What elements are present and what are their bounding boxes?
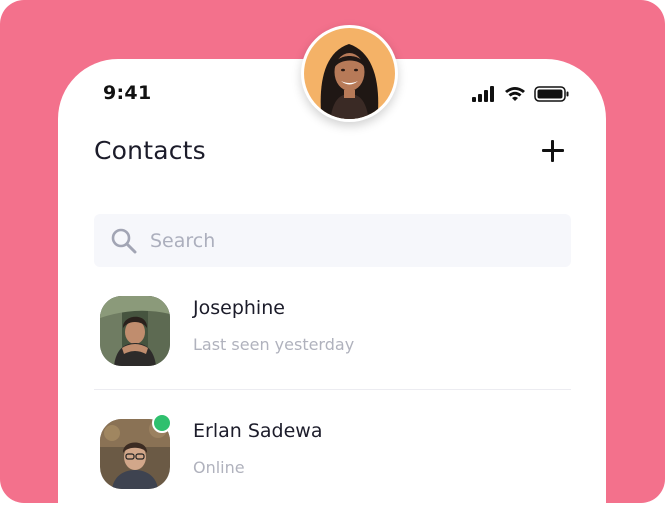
battery-icon [534,86,569,102]
divider [94,389,571,390]
contact-name: Josephine [193,297,285,319]
page-title: Contacts [94,136,206,165]
contact-avatar [100,296,170,366]
search-bar[interactable] [94,214,571,267]
profile-photo [304,28,395,119]
signal-icon [472,86,494,102]
contact-name: Erlan Sadewa [193,420,323,442]
profile-avatar[interactable] [301,25,398,122]
search-icon [111,228,137,254]
wifi-icon [505,87,525,101]
status-icons [472,84,570,104]
search-input[interactable] [150,214,550,267]
add-contact-button[interactable] [540,138,566,164]
contact-status: Online [193,458,245,477]
online-indicator [152,413,172,433]
contact-item-josephine[interactable]: Josephine Last seen yesterday [94,296,571,376]
contact-status: Last seen yesterday [193,335,355,354]
status-time: 9:41 [103,82,152,104]
